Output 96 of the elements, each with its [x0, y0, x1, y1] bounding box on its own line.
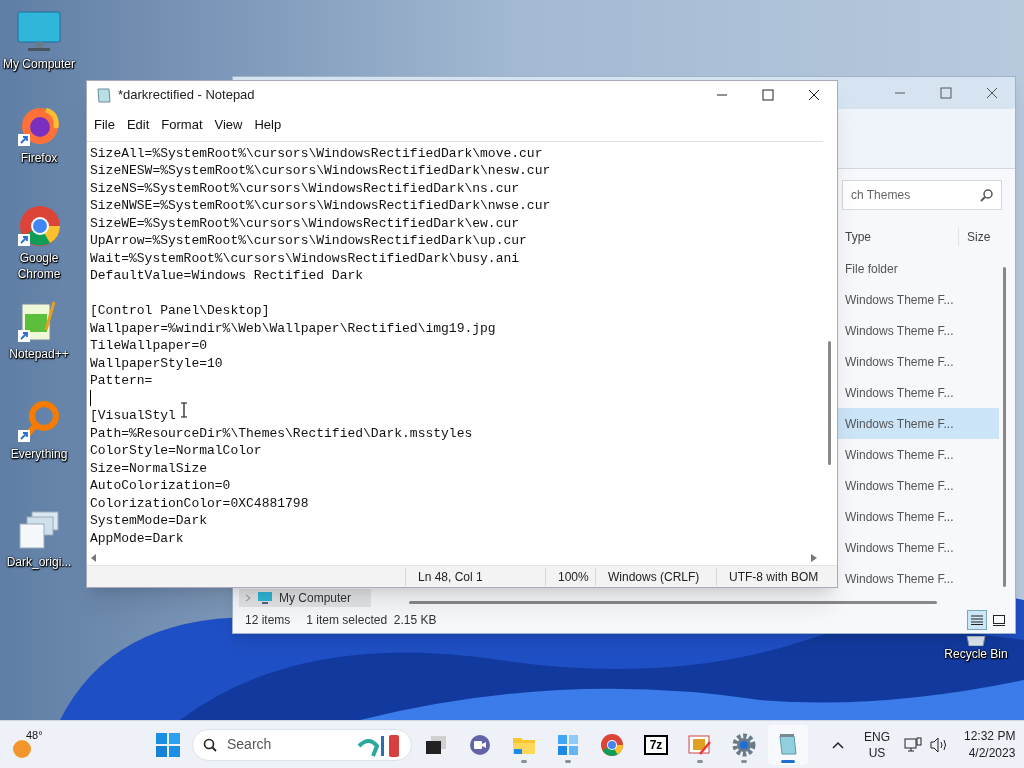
text-line: WallpaperStyle=10 [90, 354, 223, 373]
menu-item[interactable]: File [89, 115, 120, 135]
text-line: [Control Panel\Desktop] [90, 302, 270, 320]
desktop-icon-label[interactable]: My Computer [3, 56, 75, 72]
notepad-icon [777, 732, 799, 757]
speaker-icon[interactable] [930, 736, 948, 753]
language-indicator[interactable]: ENG US [864, 728, 890, 761]
text-line: Wallpaper=%windir%\Web\Wallpaper\Rectified\img19.jpg [90, 319, 496, 338]
weather-widget[interactable]: 48° [8, 726, 48, 763]
recycle-bin-icon [964, 636, 988, 646]
file-row[interactable]: Windows Theme F... [837, 346, 999, 377]
window-title: *darkrectified - Notepad [118, 86, 255, 105]
scrollbar-thumb[interactable] [828, 340, 831, 465]
scroll-right-icon[interactable] [811, 554, 817, 563]
scrollbar-thumb[interactable] [409, 600, 937, 604]
text-line: ColorizationColor=0XC4881798 [90, 494, 309, 513]
sun-icon [12, 738, 32, 759]
chrome-icon [16, 204, 62, 248]
item-count: 12 items [245, 612, 291, 629]
text-line: SizeWE=%SystemRoot%\cursors\WindowsRectifiedDark\ew.cur [90, 214, 520, 233]
maximize-icon [762, 88, 774, 101]
maximize-icon [940, 87, 952, 99]
chevron-up-icon[interactable] [832, 740, 844, 749]
text-line: SizeAll=%SystemRoot%\cursors\WindowsRectifiedDark\move.cur [90, 144, 543, 163]
close-icon [986, 87, 998, 99]
desktop-icon-label[interactable]: Dark_origi... [6, 554, 72, 570]
menu-item[interactable]: Format [156, 115, 208, 135]
network-icon[interactable] [904, 736, 922, 753]
search-field[interactable]: Search [192, 728, 412, 761]
menu-item[interactable]: View [209, 115, 248, 135]
picture-pen-icon [688, 733, 712, 756]
chrome-icon [600, 732, 624, 757]
archive-app-icon: 7z [644, 734, 668, 755]
text-cursor-icon [180, 402, 188, 418]
text-line: SizeNS=%SystemRoot%\cursors\WindowsRectifiedDark\ns.cur [90, 179, 520, 198]
file-row[interactable]: Windows Theme F... [837, 470, 999, 501]
text-caret [90, 389, 91, 406]
search-icon [203, 737, 217, 752]
monitor-icon [16, 10, 62, 54]
column-header[interactable]: Size [959, 228, 991, 246]
menu-item[interactable]: Help [249, 115, 287, 135]
text-line: DefaultValue=Windows Rectified Dark [90, 267, 364, 285]
details-view-button[interactable] [967, 610, 987, 630]
text-line: Path=%ResourceDir%\Themes\Rectified\Dark.msstyles [90, 424, 473, 443]
status-segment: Ln 48, Col 1 [405, 567, 545, 586]
file-row[interactable]: Windows Theme F... [837, 284, 999, 315]
file-row[interactable]: Windows Theme F... [837, 315, 999, 346]
chevron-right-icon [245, 594, 251, 602]
text-line: Pattern= [90, 372, 153, 390]
tiles-icon [557, 733, 579, 756]
text-line: [VisualStyl [90, 407, 176, 425]
search-field[interactable]: ch Themes [842, 180, 1002, 210]
text-line: TileWallpaper=0 [90, 337, 208, 355]
text-line: AppMode=Dark [90, 529, 184, 548]
file-row[interactable]: Windows Theme F... [837, 439, 999, 470]
scroll-left-icon[interactable] [91, 554, 97, 563]
clock[interactable]: 12:32 PM 4/2/2023 [964, 727, 1016, 762]
scrollbar-thumb[interactable] [1003, 267, 1006, 587]
status-segment: UTF-8 with BOM [716, 567, 828, 586]
text-line: Size=NormalSize [90, 459, 208, 478]
file-row[interactable]: Windows Theme F... [837, 563, 999, 594]
desktop-icon-label[interactable]: Everything [10, 446, 68, 462]
settings-icon [732, 732, 756, 757]
file-row[interactable]: Windows Theme F... [837, 377, 999, 408]
nav-pane-item[interactable]: My Computer [239, 589, 371, 607]
window-icon [993, 614, 1005, 626]
text-line: Wait=%SystemRoot%\cursors\WindowsRectifiedDark\busy.ani [90, 249, 520, 268]
status-segment: Windows (CRLF) [595, 567, 716, 586]
search-icon [980, 188, 993, 202]
text-line: ColorStyle=NormalColor [90, 442, 262, 460]
notepad-icon [96, 86, 112, 103]
task-view-icon [425, 734, 447, 755]
video-chat-icon [468, 733, 492, 756]
desktop-icon-label[interactable]: Recycle Bin [944, 646, 1008, 662]
text-line: SizeNESW=%SystemRoot%\cursors\WindowsRectifiedDark\nesw.cur [90, 162, 551, 180]
text-line: AutoColorization=0 [90, 477, 231, 495]
menu-item[interactable]: Edit [121, 115, 155, 135]
desktop-icon-label[interactable]: Notepad++ [9, 346, 69, 362]
windows-logo-icon [156, 732, 180, 757]
list-icon [971, 615, 983, 625]
file-row[interactable]: Windows Theme F... [837, 408, 999, 439]
status-segment: 100% [545, 567, 595, 586]
text-line: SystemMode=Dark [90, 512, 208, 530]
file-row[interactable]: Windows Theme F... [837, 501, 999, 532]
taskbar-app-button[interactable]: 7z [636, 724, 676, 765]
image-stack-icon [16, 508, 62, 552]
file-row[interactable]: File folder [837, 253, 999, 284]
desktop-icon-label[interactable]: Google Chrome [0, 250, 78, 282]
desktop-icon-label[interactable]: Firefox [20, 150, 58, 166]
text-line: UpArrow=%SystemRoot%\cursors\WindowsRectifiedDark\up.cur [90, 232, 527, 250]
close-icon [808, 88, 820, 101]
text-line: SizeNWSE=%SystemRoot%\cursors\WindowsRectifiedDark\nwse.cur [90, 197, 551, 215]
magnifier-icon [16, 400, 62, 444]
file-row[interactable]: Windows Theme F... [837, 532, 999, 563]
selection-info: 1 item selected 2.15 KB [306, 612, 437, 629]
monitor-icon [257, 591, 273, 605]
